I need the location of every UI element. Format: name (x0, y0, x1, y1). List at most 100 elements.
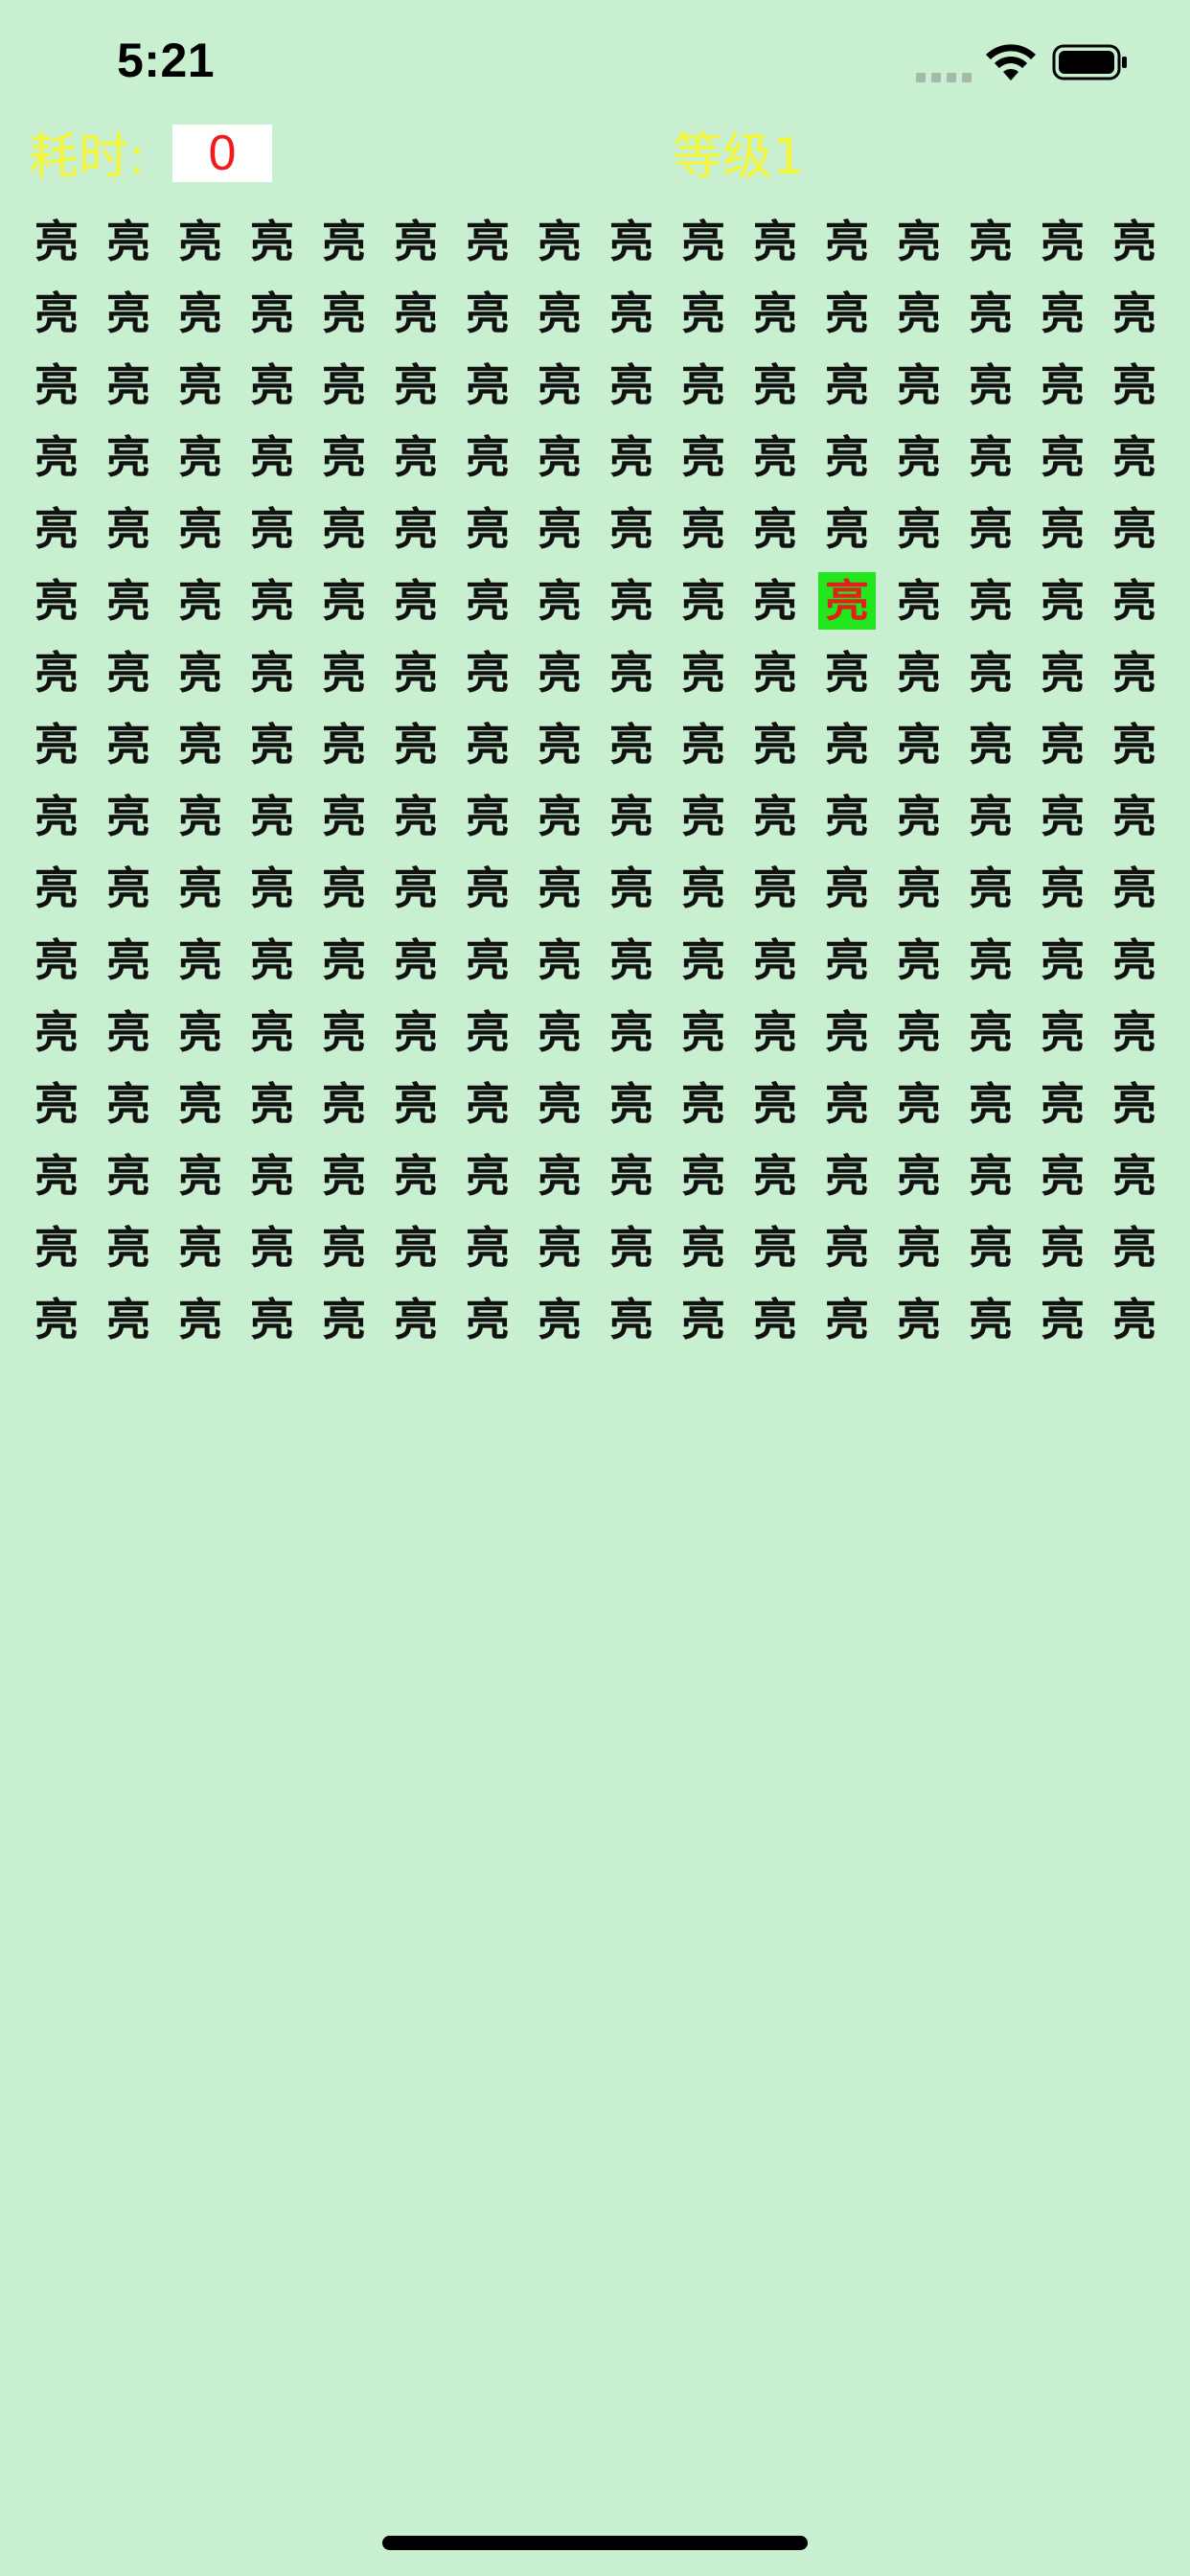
character-cell[interactable]: 亮 (603, 572, 660, 630)
character-cell[interactable]: 亮 (962, 1147, 1019, 1205)
character-cell[interactable]: 亮 (675, 1219, 732, 1276)
character-cell[interactable]: 亮 (28, 932, 85, 989)
character-cell[interactable]: 亮 (1034, 213, 1091, 270)
character-cell[interactable]: 亮 (890, 1291, 948, 1348)
character-cell[interactable]: 亮 (746, 428, 804, 486)
character-cell[interactable]: 亮 (603, 644, 660, 702)
character-cell[interactable]: 亮 (387, 716, 445, 773)
character-cell[interactable]: 亮 (243, 572, 301, 630)
character-cell[interactable]: 亮 (890, 1219, 948, 1276)
character-cell[interactable]: 亮 (243, 860, 301, 917)
character-cell[interactable]: 亮 (28, 572, 85, 630)
odd-character-cell[interactable]: 亮 (818, 572, 876, 630)
character-cell[interactable]: 亮 (1034, 716, 1091, 773)
character-cell[interactable]: 亮 (818, 860, 876, 917)
character-cell[interactable]: 亮 (315, 1075, 373, 1133)
character-cell[interactable]: 亮 (746, 1291, 804, 1348)
character-cell[interactable]: 亮 (746, 644, 804, 702)
character-cell[interactable]: 亮 (172, 716, 229, 773)
character-cell[interactable]: 亮 (459, 572, 516, 630)
character-cell[interactable]: 亮 (675, 860, 732, 917)
character-cell[interactable]: 亮 (315, 1003, 373, 1061)
character-cell[interactable]: 亮 (459, 1075, 516, 1133)
character-cell[interactable]: 亮 (243, 1291, 301, 1348)
character-cell[interactable]: 亮 (1106, 1147, 1163, 1205)
character-cell[interactable]: 亮 (1034, 500, 1091, 558)
character-cell[interactable]: 亮 (603, 285, 660, 342)
character-cell[interactable]: 亮 (387, 1075, 445, 1133)
character-cell[interactable]: 亮 (962, 644, 1019, 702)
character-cell[interactable]: 亮 (459, 213, 516, 270)
character-cell[interactable]: 亮 (746, 716, 804, 773)
character-cell[interactable]: 亮 (603, 1291, 660, 1348)
character-cell[interactable]: 亮 (531, 500, 588, 558)
character-cell[interactable]: 亮 (962, 1075, 1019, 1133)
character-cell[interactable]: 亮 (172, 356, 229, 414)
character-cell[interactable]: 亮 (531, 1003, 588, 1061)
character-cell[interactable]: 亮 (172, 644, 229, 702)
character-cell[interactable]: 亮 (100, 1291, 157, 1348)
character-cell[interactable]: 亮 (818, 285, 876, 342)
character-cell[interactable]: 亮 (315, 1147, 373, 1205)
character-cell[interactable]: 亮 (28, 500, 85, 558)
character-cell[interactable]: 亮 (746, 213, 804, 270)
character-cell[interactable]: 亮 (1106, 1075, 1163, 1133)
character-cell[interactable]: 亮 (1106, 1003, 1163, 1061)
character-cell[interactable]: 亮 (890, 1075, 948, 1133)
character-cell[interactable]: 亮 (172, 500, 229, 558)
character-cell[interactable]: 亮 (675, 428, 732, 486)
character-cell[interactable]: 亮 (818, 716, 876, 773)
character-cell[interactable]: 亮 (100, 788, 157, 845)
character-cell[interactable]: 亮 (387, 572, 445, 630)
character-cell[interactable]: 亮 (100, 1219, 157, 1276)
character-cell[interactable]: 亮 (818, 1291, 876, 1348)
character-cell[interactable]: 亮 (746, 572, 804, 630)
character-cell[interactable]: 亮 (890, 1003, 948, 1061)
character-cell[interactable]: 亮 (890, 213, 948, 270)
character-cell[interactable]: 亮 (315, 572, 373, 630)
character-cell[interactable]: 亮 (1106, 500, 1163, 558)
character-cell[interactable]: 亮 (172, 1291, 229, 1348)
character-cell[interactable]: 亮 (100, 1075, 157, 1133)
character-cell[interactable]: 亮 (603, 213, 660, 270)
character-cell[interactable]: 亮 (818, 932, 876, 989)
character-cell[interactable]: 亮 (28, 644, 85, 702)
character-cell[interactable]: 亮 (603, 860, 660, 917)
character-cell[interactable]: 亮 (962, 932, 1019, 989)
character-cell[interactable]: 亮 (315, 860, 373, 917)
character-cell[interactable]: 亮 (962, 860, 1019, 917)
character-cell[interactable]: 亮 (1106, 572, 1163, 630)
character-cell[interactable]: 亮 (675, 213, 732, 270)
character-cell[interactable]: 亮 (172, 285, 229, 342)
character-cell[interactable]: 亮 (746, 356, 804, 414)
character-cell[interactable]: 亮 (746, 1147, 804, 1205)
character-cell[interactable]: 亮 (315, 213, 373, 270)
character-cell[interactable]: 亮 (100, 716, 157, 773)
character-cell[interactable]: 亮 (243, 213, 301, 270)
character-cell[interactable]: 亮 (28, 860, 85, 917)
character-cell[interactable]: 亮 (675, 285, 732, 342)
character-cell[interactable]: 亮 (1106, 860, 1163, 917)
character-cell[interactable]: 亮 (459, 716, 516, 773)
character-cell[interactable]: 亮 (243, 1219, 301, 1276)
character-cell[interactable]: 亮 (100, 1147, 157, 1205)
character-cell[interactable]: 亮 (100, 500, 157, 558)
character-cell[interactable]: 亮 (172, 428, 229, 486)
character-cell[interactable]: 亮 (818, 644, 876, 702)
character-cell[interactable]: 亮 (890, 788, 948, 845)
character-cell[interactable]: 亮 (243, 428, 301, 486)
character-cell[interactable]: 亮 (172, 572, 229, 630)
character-cell[interactable]: 亮 (172, 1003, 229, 1061)
character-cell[interactable]: 亮 (459, 285, 516, 342)
character-cell[interactable]: 亮 (962, 356, 1019, 414)
character-cell[interactable]: 亮 (172, 1219, 229, 1276)
character-cell[interactable]: 亮 (100, 572, 157, 630)
character-cell[interactable]: 亮 (675, 572, 732, 630)
character-cell[interactable]: 亮 (459, 356, 516, 414)
character-cell[interactable]: 亮 (818, 1003, 876, 1061)
character-cell[interactable]: 亮 (675, 644, 732, 702)
character-cell[interactable]: 亮 (603, 932, 660, 989)
character-cell[interactable]: 亮 (100, 644, 157, 702)
character-cell[interactable]: 亮 (315, 716, 373, 773)
home-indicator[interactable] (382, 2536, 808, 2550)
